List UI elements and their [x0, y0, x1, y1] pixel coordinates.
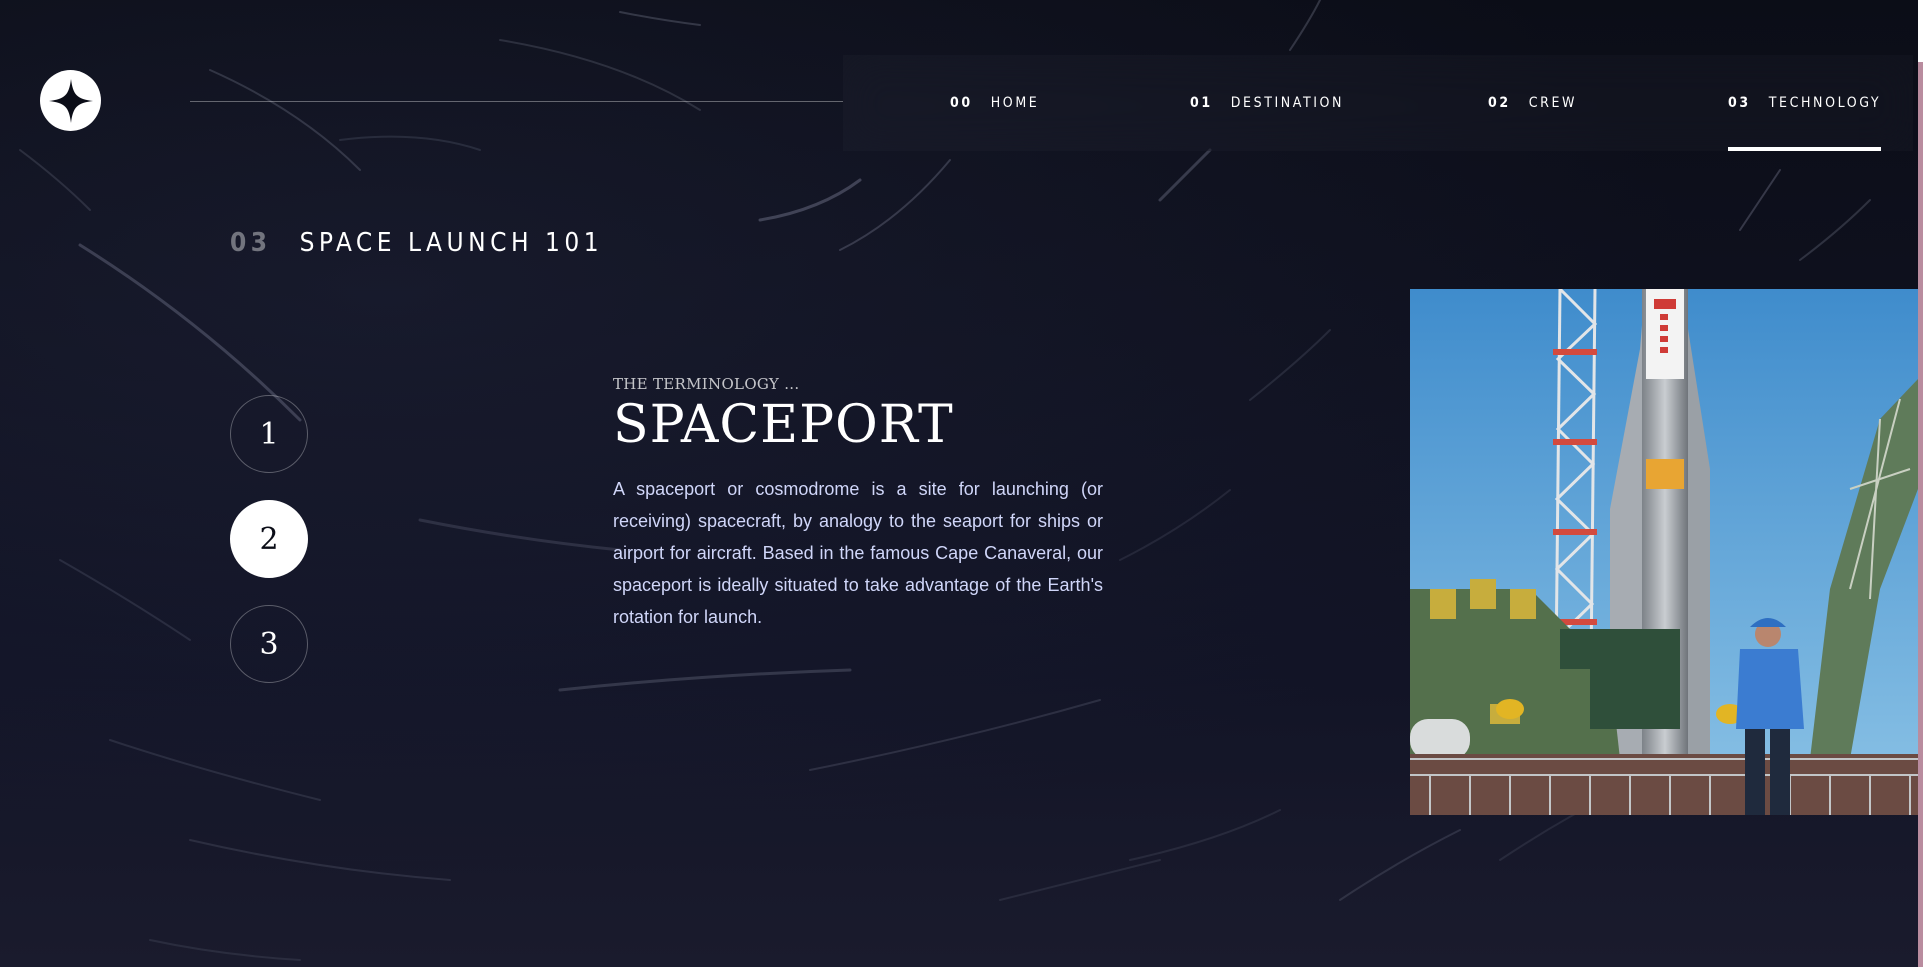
main-nav: 00 HOME 01 DESTINATION 02 CREW 03 TECHNO…	[843, 55, 1913, 151]
content-eyebrow: THE TERMINOLOGY ...	[613, 375, 800, 393]
nav-item-number: 00	[950, 95, 973, 111]
page-heading: 03 SPACE LAUNCH 101	[230, 228, 603, 258]
nav-item-label: TECHNOLOGY	[1768, 95, 1882, 111]
nav-item-destination[interactable]: 01 DESTINATION	[1190, 55, 1344, 151]
technology-content: THE TERMINOLOGY ... SPACEPORT A spacepor…	[613, 375, 1103, 633]
nav-item-technology[interactable]: 03 TECHNOLOGY	[1728, 55, 1882, 151]
logo[interactable]	[40, 70, 101, 131]
nav-item-number: 03	[1728, 95, 1751, 111]
content-body: A spaceport or cosmodrome is a site for …	[613, 479, 1103, 627]
step-button-2[interactable]: 2	[230, 500, 308, 578]
nav-item-number: 02	[1488, 95, 1511, 111]
page-heading-label: SPACE LAUNCH 101	[299, 228, 604, 258]
star-logo-icon	[48, 78, 93, 123]
content-title: SPACEPORT	[613, 395, 954, 455]
nav-item-label: CREW	[1528, 95, 1578, 111]
nav-item-label: HOME	[990, 95, 1040, 111]
step-button-3[interactable]: 3	[230, 605, 308, 683]
step-selector: 1 2 3	[230, 395, 308, 710]
rocket-launch-pad-photo	[1410, 289, 1918, 815]
header-divider	[190, 101, 843, 102]
rocket-photo-illustration	[1410, 289, 1918, 815]
nav-item-crew[interactable]: 02 CREW	[1488, 55, 1577, 151]
page-heading-number: 03	[230, 228, 272, 258]
scrollbar-thumb[interactable]	[1918, 0, 1923, 62]
nav-item-number: 01	[1190, 95, 1213, 111]
nav-item-home[interactable]: 00 HOME	[950, 55, 1039, 151]
step-button-1[interactable]: 1	[230, 395, 308, 473]
nav-item-label: DESTINATION	[1230, 95, 1345, 111]
scrollbar[interactable]	[1918, 0, 1923, 967]
